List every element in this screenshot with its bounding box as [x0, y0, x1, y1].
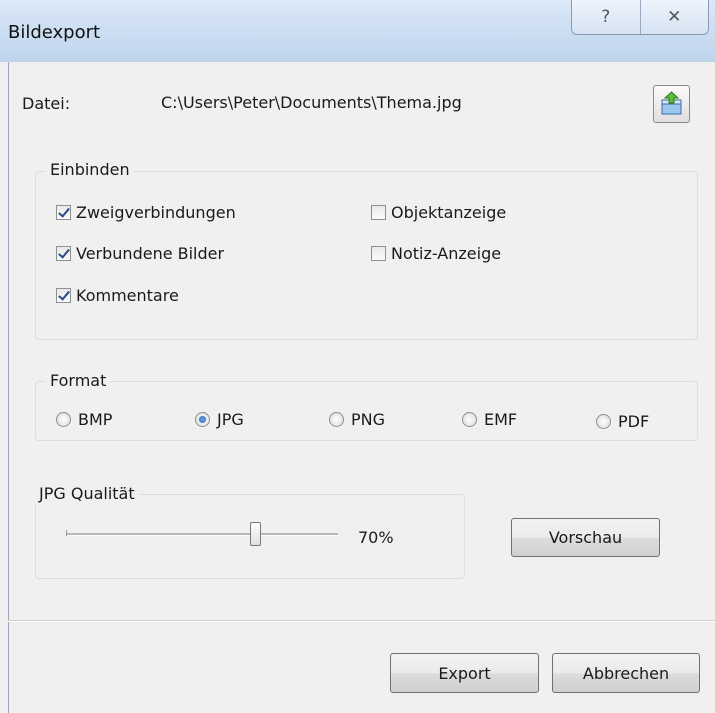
checkbox-label: Notiz-Anzeige	[391, 243, 502, 263]
export-button-label: Export	[438, 663, 491, 683]
radio-png[interactable]: PNG	[329, 408, 385, 430]
quality-slider-tick	[66, 530, 67, 536]
radio-label: EMF	[484, 409, 518, 429]
checkbox-label: Verbundene Bilder	[76, 243, 225, 263]
quality-slider-thumb[interactable]	[250, 522, 261, 546]
checkbox-checked-icon	[56, 204, 71, 220]
open-file-button[interactable]	[653, 85, 690, 123]
export-button[interactable]: Export	[390, 653, 539, 693]
title-bar: Bildexport ? ✕	[0, 0, 715, 62]
checkbox-verbundene-bilder[interactable]: Verbundene Bilder	[56, 242, 224, 264]
footer-separator	[8, 620, 715, 622]
radio-unselected-icon	[329, 411, 344, 427]
checkbox-checked-icon	[56, 287, 71, 303]
radio-label: PNG	[351, 409, 386, 429]
format-legend: Format	[46, 371, 111, 391]
file-path-field[interactable]: C:\Users\Peter\Documents\Thema.jpg	[151, 83, 629, 127]
checkbox-objektanzeige[interactable]: Objektanzeige	[371, 201, 506, 223]
checkbox-label: Kommentare	[76, 285, 179, 305]
cancel-button[interactable]: Abbrechen	[552, 653, 700, 693]
radio-bmp[interactable]: BMP	[56, 408, 112, 430]
close-button[interactable]: ✕	[639, 0, 709, 34]
radio-unselected-icon	[462, 411, 477, 427]
checkbox-kommentare[interactable]: Kommentare	[56, 284, 179, 306]
include-legend: Einbinden	[46, 160, 134, 180]
quality-legend: JPG Qualität	[35, 484, 139, 504]
radio-unselected-icon	[56, 411, 71, 427]
radio-label: BMP	[78, 409, 113, 429]
radio-unselected-icon	[596, 413, 611, 429]
checkbox-label: Objektanzeige	[391, 202, 507, 222]
help-icon: ?	[601, 7, 611, 27]
radio-label: PDF	[618, 411, 650, 431]
checkbox-notiz-anzeige[interactable]: Notiz-Anzeige	[371, 242, 501, 264]
radio-selected-icon	[195, 411, 210, 427]
radio-emf[interactable]: EMF	[462, 408, 517, 430]
checkbox-unchecked-icon	[371, 204, 386, 220]
quality-slider-track[interactable]	[66, 533, 338, 536]
file-label: Datei:	[22, 94, 71, 113]
radio-pdf[interactable]: PDF	[596, 410, 649, 432]
open-folder-icon	[661, 91, 682, 115]
checkbox-checked-icon	[56, 245, 71, 261]
window-title: Bildexport	[8, 22, 101, 43]
checkbox-zweigverbindungen[interactable]: Zweigverbindungen	[56, 201, 236, 223]
radio-jpg[interactable]: JPG	[195, 408, 244, 430]
radio-label: JPG	[217, 409, 244, 429]
quality-value: 70%	[358, 528, 394, 547]
checkbox-unchecked-icon	[371, 245, 386, 261]
help-button[interactable]: ?	[572, 0, 640, 34]
close-icon: ✕	[667, 7, 682, 27]
window-controls: ? ✕	[571, 0, 709, 35]
preview-button[interactable]: Vorschau	[511, 518, 660, 557]
preview-button-label: Vorschau	[548, 528, 623, 547]
checkbox-label: Zweigverbindungen	[76, 202, 236, 222]
cancel-button-label: Abbrechen	[582, 663, 670, 683]
